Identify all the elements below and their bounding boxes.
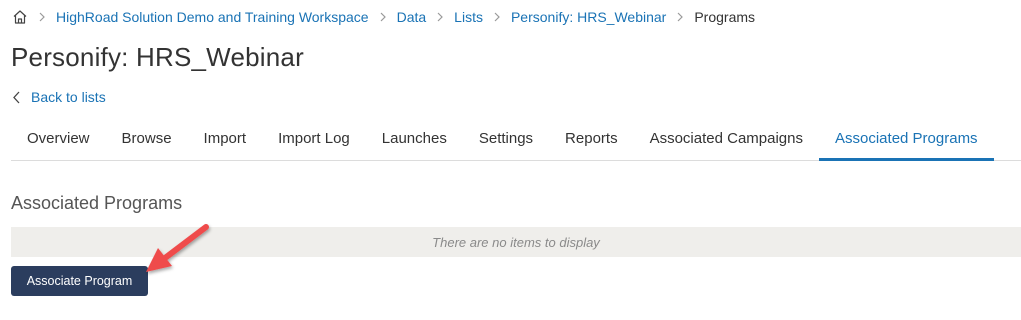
- tab-overview[interactable]: Overview: [11, 120, 106, 161]
- page: HighRoad Solution Demo and Training Work…: [0, 0, 1021, 320]
- breadcrumb-link-list[interactable]: Personify: HRS_Webinar: [511, 9, 666, 25]
- chevron-right-icon: [379, 12, 387, 22]
- chevron-right-icon: [676, 12, 684, 22]
- tab-bar: Overview Browse Import Import Log Launch…: [11, 120, 1021, 161]
- chevron-right-icon: [38, 12, 46, 22]
- chevron-right-icon: [436, 12, 444, 22]
- section-title: Associated Programs: [11, 193, 183, 213]
- back-to-lists-link[interactable]: Back to lists: [12, 89, 106, 105]
- tab-import[interactable]: Import: [188, 120, 263, 161]
- tab-associated-campaigns[interactable]: Associated Campaigns: [634, 120, 819, 161]
- tab-reports[interactable]: Reports: [549, 120, 634, 161]
- home-icon[interactable]: [12, 9, 28, 25]
- tab-settings[interactable]: Settings: [463, 120, 549, 161]
- breadcrumb-link-workspace[interactable]: HighRoad Solution Demo and Training Work…: [56, 9, 369, 25]
- chevron-right-icon: [493, 12, 501, 22]
- breadcrumb-link-lists[interactable]: Lists: [454, 9, 483, 25]
- empty-table-message: There are no items to display: [11, 227, 1021, 257]
- chevron-left-icon: [12, 91, 21, 104]
- associate-program-button[interactable]: Associate Program: [11, 266, 148, 296]
- tab-import-log[interactable]: Import Log: [262, 120, 366, 161]
- page-title: Personify: HRS_Webinar: [11, 42, 304, 72]
- tab-associated-programs[interactable]: Associated Programs: [819, 120, 994, 161]
- back-link-label: Back to lists: [31, 89, 106, 105]
- breadcrumb-current: Programs: [694, 9, 756, 25]
- tab-browse[interactable]: Browse: [106, 120, 188, 161]
- breadcrumb-link-data[interactable]: Data: [397, 9, 427, 25]
- breadcrumb: HighRoad Solution Demo and Training Work…: [12, 7, 755, 27]
- tab-launches[interactable]: Launches: [366, 120, 463, 161]
